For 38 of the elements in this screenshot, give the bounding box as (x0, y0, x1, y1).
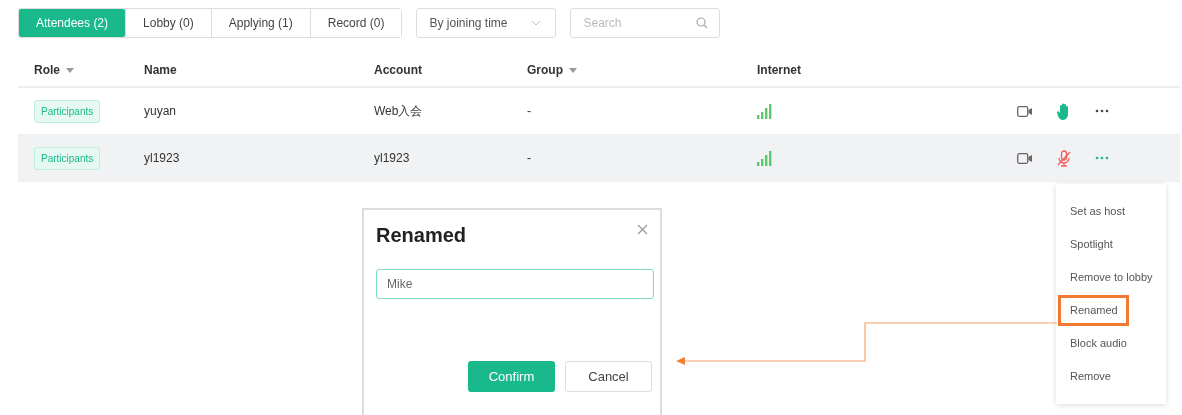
column-header: Name (144, 63, 177, 77)
signal-icon (757, 150, 772, 166)
chevron-down-icon (531, 20, 542, 26)
menu-item[interactable]: Block audio (1056, 328, 1166, 359)
table-cell: yl1923 (374, 151, 410, 165)
menu-item[interactable]: Set as host (1056, 196, 1166, 227)
role-tag: Participants (34, 146, 101, 170)
muted-microphone-icon[interactable] (1057, 149, 1071, 167)
cancel-button[interactable]: Cancel (565, 361, 652, 392)
tab[interactable]: Record (0) (309, 9, 402, 37)
column-header: Group (527, 63, 563, 77)
menu-item[interactable]: Remove to lobby (1056, 262, 1166, 293)
sort-caret-icon[interactable] (66, 67, 74, 73)
signal-icon (757, 103, 772, 119)
menu-item[interactable]: Renamed (1058, 295, 1129, 326)
table-cell: - (527, 104, 531, 118)
table-cell: yl1923 (144, 151, 180, 165)
video-camera-icon[interactable] (1017, 152, 1033, 164)
table-cell: yuyan (144, 104, 177, 118)
search-icon (696, 17, 709, 29)
table-row[interactable]: Participants yl1923 yl1923 - (18, 135, 1180, 182)
more-icon[interactable] (1095, 109, 1109, 113)
table-cell: Web入会 (374, 102, 423, 120)
name-input[interactable]: Mike (376, 269, 654, 299)
menu-item[interactable]: Remove (1056, 361, 1166, 392)
column-header: Role (34, 63, 60, 77)
column-header: Account (374, 63, 422, 77)
sort-caret-icon[interactable] (569, 67, 577, 73)
role-tag: Participants (34, 99, 101, 123)
sort-dropdown[interactable]: By joining time (416, 8, 557, 38)
column-header: Internet (757, 63, 801, 77)
dialog-title: Renamed (376, 224, 467, 247)
menu-item[interactable]: Spotlight (1056, 229, 1166, 260)
raised-hand-icon[interactable] (1057, 102, 1071, 120)
search-field[interactable]: Search (570, 8, 721, 38)
table-cell: - (527, 151, 531, 165)
close-icon[interactable] (637, 224, 648, 235)
video-camera-icon[interactable] (1017, 105, 1033, 117)
